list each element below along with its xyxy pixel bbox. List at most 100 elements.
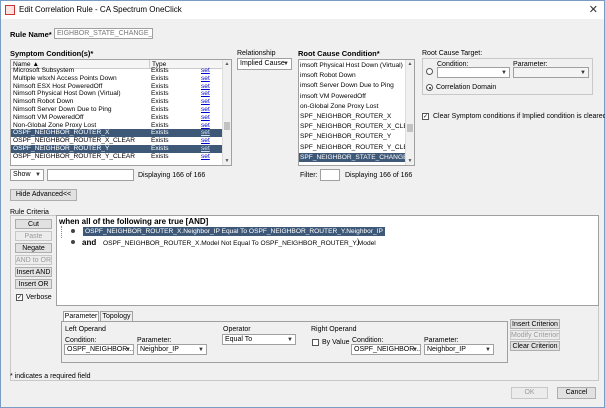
insert-or-button[interactable]: Insert OR [15,279,52,289]
chevron-down-icon: ▼ [35,172,41,178]
set-link[interactable]: set [201,98,221,106]
list-item[interactable]: SPF_NEIGHBOR_ROUTER_X [299,112,406,121]
hide-advanced-button[interactable]: Hide Advanced<< [10,189,77,201]
symptom-filter-input[interactable] [47,169,134,181]
right-parameter-select[interactable]: Neighbor_IP ▼ [424,344,494,355]
symptom-name: Microsoft Subsystem [13,67,75,74]
set-link[interactable]: set [201,83,221,91]
list-item[interactable]: imsoft VM PoweredOff [299,92,406,101]
chevron-down-icon: ▼ [125,347,131,353]
symptom-name: Non-Global Zone Proxy Lost [13,121,97,129]
operator-select[interactable]: Equal To ▼ [222,334,296,345]
negate-button[interactable]: Negate [15,243,52,253]
table-row[interactable]: Nimsoft Physical Host Down (Virtual) Exis… [11,90,223,98]
list-item[interactable]: SPF_NEIGHBOR_ROUTER_Y_CLEAR [299,143,406,152]
required-footnote: * indicates a required field [10,373,91,380]
bullet-icon [71,240,75,244]
rule-name-input[interactable]: EIGHBOR_STATE_CHANGE_RULE [54,28,153,39]
symptom-type: Exists [151,152,169,160]
set-link[interactable]: set [201,129,221,137]
set-link[interactable]: set [201,137,221,145]
correlation-domain-radio[interactable] [426,84,433,91]
table-row[interactable]: OSPF_NEIGHBOR_ROUTER_Y_CLEAR Exists set [11,153,223,161]
table-row[interactable]: OSPF_NEIGHBOR_ROUTER_X_CLEAR Exists set [11,137,223,145]
symptom-scrollbar[interactable]: ▲ ▼ [222,60,231,165]
root-cause-scrollbar[interactable]: ▲ ▼ [405,60,414,165]
scroll-thumb[interactable] [224,122,230,130]
symptom-name: OSPF_NEIGHBOR_ROUTER_Y [13,145,110,152]
table-row[interactable]: OSPF_NEIGHBOR_ROUTER_X Exists set [11,129,223,138]
set-link[interactable]: set [201,106,221,114]
root-cause-list[interactable]: imsoft Physical Host Down (Virtual) imsof… [298,59,415,166]
table-row[interactable]: OSPF_NEIGHBOR_ROUTER_Y Exists set [11,145,223,153]
cancel-button[interactable]: Cancel [557,387,596,399]
symptom-type: Exists [151,82,169,90]
symptom-type: Exists [151,121,169,129]
scroll-thumb[interactable] [407,124,413,132]
table-row[interactable]: Non-Global Zone Proxy Lost Exists set [11,122,223,130]
symptom-name: Nimsoft Physical Host Down (Virtual) [13,90,121,98]
set-link[interactable]: set [201,67,221,75]
table-row[interactable]: Nimsoft Server Down Due to Ping Exists set [11,106,223,114]
criterion-line-2[interactable]: OSPF_NEIGHBOR_ROUTER_X.Model Not Equal T… [103,239,376,248]
insert-criterion-button[interactable]: Insert Criterion [510,319,560,329]
root-cause-filter-input[interactable] [320,169,340,181]
relationship-select[interactable]: Implied Cause ▼ [237,58,292,70]
symptom-type: Exists [151,90,169,98]
table-row[interactable]: Nimsoft VM PoweredOff Exists set [11,114,223,122]
set-link[interactable]: set [201,153,221,161]
chevron-down-icon: ▼ [412,347,418,353]
root-cause-count: Displaying 166 of 166 [345,172,413,179]
right-condition-select[interactable]: OSPF_NEIGHBOR... ▼ [351,344,421,355]
target-parameter-select[interactable]: ▼ [513,67,589,78]
set-link[interactable]: set [201,145,221,153]
table-row[interactable]: Nimsoft ESX Host PoweredOff Exists set [11,83,223,91]
close-icon[interactable]: ✕ [589,3,598,16]
symptom-name: OSPF_NEIGHBOR_ROUTER_X_CLEAR [13,137,136,145]
condition-radio[interactable] [426,68,433,75]
cut-button[interactable]: Cut [15,219,52,229]
list-item[interactable]: imsoft Server Down Due to Ping [299,81,406,90]
root-cause-target-title: Root Cause Target: [422,50,483,57]
right-operand-title: Right Operand [311,326,357,333]
symptom-type: Exists [151,145,169,152]
list-item[interactable]: imsoft Physical Host Down (Virtual) [299,61,406,70]
set-link[interactable]: set [201,114,221,122]
symptom-type: Exists [151,113,169,121]
symptom-table[interactable]: Name ▲ Type Microsoft Subsystem Exists set… [10,59,232,166]
verbose-checkbox[interactable]: ✓ [16,294,23,301]
criterion-line-1[interactable]: OSPF_NEIGHBOR_ROUTER_X.Neighbor_IP Equal… [83,227,385,236]
set-link[interactable]: set [201,122,221,130]
set-link[interactable]: set [201,90,221,98]
show-filter-select[interactable]: Show ▼ [10,169,44,181]
left-parameter-select[interactable]: Neighbor_IP ▼ [137,344,207,355]
list-item[interactable]: SPF_NEIGHBOR_ROUTER_Y [299,132,406,141]
target-condition-select[interactable]: ▼ [437,67,510,78]
left-condition-select[interactable]: OSPF_NEIGHBOR... ▼ [64,344,134,355]
symptom-name: OSPF_NEIGHBOR_ROUTER_X [13,129,110,137]
clear-symptom-label: Clear Symptom conditions if Implied cond… [433,113,605,120]
list-item[interactable]: imsoft Robot Down [299,71,406,80]
by-value-checkbox[interactable] [312,339,319,346]
scroll-down-icon[interactable]: ▼ [406,157,414,165]
clear-criterion-button[interactable]: Clear Criterion [510,341,560,351]
table-row[interactable]: Nimsoft Robot Down Exists set [11,98,223,106]
scroll-down-icon[interactable]: ▼ [223,157,231,165]
paste-button[interactable]: Paste [15,231,52,241]
scroll-up-icon[interactable]: ▲ [223,60,231,68]
clear-symptom-checkbox[interactable]: ✓ [422,113,429,120]
and-to-or-button[interactable]: AND to OR [15,255,52,265]
table-row[interactable]: Multiple wlsxN Access Points Down Exists s… [11,75,223,83]
rule-name-label: Rule Name* [10,30,52,39]
list-item[interactable]: SPF_NEIGHBOR_ROUTER_X_CLEAR [299,122,406,131]
table-row[interactable]: Microsoft Subsystem Exists set [11,67,223,75]
modify-criterion-button[interactable]: Modify Criterion [510,330,560,340]
ok-button[interactable]: OK [511,387,548,399]
scroll-up-icon[interactable]: ▲ [406,60,414,68]
list-item[interactable]: on-Global Zone Proxy Lost [299,102,406,111]
insert-and-button[interactable]: Insert AND [15,267,52,277]
set-link[interactable]: set [201,75,221,83]
symptom-type: Exists [151,67,169,74]
chevron-down-icon: ▼ [485,347,491,353]
list-item[interactable]: SPF_NEIGHBOR_STATE_CHANGE [299,152,406,162]
